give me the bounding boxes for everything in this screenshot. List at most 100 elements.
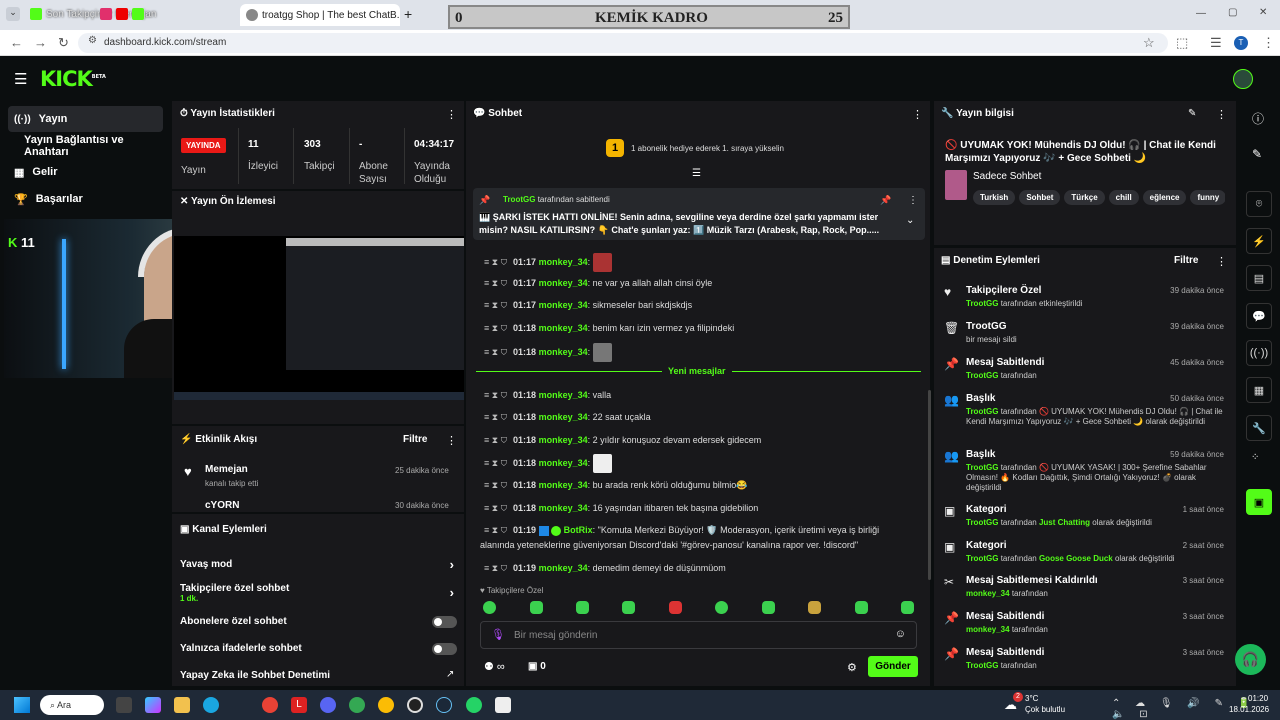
- chat-message[interactable]: ≡ ⧗ ⛉ 01:18 monkey_34:: [484, 454, 612, 473]
- message-user[interactable]: BotRix: [564, 525, 593, 535]
- task-view-icon[interactable]: [116, 697, 132, 713]
- message-actions-icon[interactable]: ≡ ⧗ ⛉: [484, 300, 507, 310]
- chrome-icon[interactable]: [262, 697, 278, 713]
- sidebar-item-gelir[interactable]: ▦ Gelir: [8, 159, 163, 185]
- mod-action-category[interactable]: Goose Goose Duck: [1039, 554, 1113, 563]
- message-actions-icon[interactable]: ≡ ⧗ ⛉: [484, 458, 507, 468]
- emote-only-toggle[interactable]: [432, 643, 457, 655]
- taskbar-search[interactable]: ⌕ Ara: [40, 695, 104, 715]
- mod-action-user[interactable]: TrootGG: [966, 554, 998, 563]
- stats-menu-icon[interactable]: ⋮: [446, 108, 457, 121]
- new-tab-button[interactable]: +: [404, 5, 412, 23]
- message-actions-icon[interactable]: ≡ ⧗ ⛉: [484, 435, 507, 445]
- preview-video[interactable]: [174, 236, 464, 400]
- mod-action-user[interactable]: monkey_34: [966, 625, 1010, 634]
- rail-button-broadcast[interactable]: ((·)): [1246, 340, 1272, 366]
- chat-message[interactable]: ≡ ⧗ ⛉ 01:18 monkey_34: benim karı izin ve…: [484, 323, 734, 334]
- chat-settings-icon[interactable]: ⚙: [847, 661, 857, 674]
- chat-message[interactable]: ≡ ⧗ ⛉ 01:17 monkey_34: sikmeseler bari sk…: [484, 300, 692, 311]
- rail-button-document[interactable]: ▤: [1246, 265, 1272, 291]
- message-actions-icon[interactable]: ≡ ⧗ ⛉: [484, 278, 507, 288]
- message-user[interactable]: monkey_34: [539, 412, 588, 422]
- chat-message[interactable]: ≡ ⧗ ⛉ 01:17 monkey_34: ne var ya allah al…: [484, 278, 712, 289]
- message-user[interactable]: monkey_34: [539, 323, 588, 333]
- message-user[interactable]: monkey_34: [539, 300, 588, 310]
- rail-button-layout[interactable]: ▦: [1246, 377, 1272, 403]
- chat-message[interactable]: ≡ ⧗ ⛉ 01:18 monkey_34: bu arada renk körü…: [484, 480, 747, 491]
- slow-mode-row[interactable]: Yavaş mod ›: [180, 557, 458, 573]
- message-actions-icon[interactable]: ≡ ⧗ ⛉: [484, 480, 507, 490]
- mod-action-user[interactable]: TrootGG: [966, 661, 998, 670]
- message-user[interactable]: monkey_34: [539, 435, 588, 445]
- rail-button-chat[interactable]: 💬: [1246, 303, 1272, 329]
- emote-button[interactable]: [855, 601, 868, 614]
- moderation-filter-button[interactable]: Filtre: [1174, 255, 1198, 266]
- message-actions-icon[interactable]: ≡ ⧗ ⛉: [484, 525, 507, 535]
- rail-button-camera[interactable]: ⌾: [1246, 191, 1272, 217]
- app-l-icon[interactable]: L: [291, 697, 307, 713]
- app-icon[interactable]: [495, 697, 511, 713]
- activity-filter-button[interactable]: Filtre: [403, 434, 427, 445]
- message-actions-icon[interactable]: ≡ ⧗ ⛉: [484, 257, 507, 267]
- whatsapp-icon[interactable]: [466, 697, 482, 713]
- emote-button[interactable]: [669, 601, 682, 614]
- chrome-icon[interactable]: [349, 697, 365, 713]
- message-actions-icon[interactable]: ≡ ⧗ ⛉: [484, 347, 507, 357]
- microphone-icon[interactable]: 🎙: [491, 628, 505, 641]
- message-actions-icon[interactable]: ≡ ⧗ ⛉: [484, 412, 507, 422]
- support-button[interactable]: 🎧: [1235, 644, 1266, 675]
- mod-action-user[interactable]: TrootGG: [966, 463, 998, 472]
- chat-message[interactable]: ≡ ⧗ ⛉ 01:18 monkey_34: 2 yıldır konuşuoz …: [484, 435, 761, 446]
- emote-button[interactable]: [715, 601, 728, 614]
- pencil-icon[interactable]: ✎: [1252, 147, 1262, 161]
- mod-action-user[interactable]: monkey_34: [966, 589, 1010, 598]
- emote-button[interactable]: [622, 601, 635, 614]
- external-link-icon[interactable]: ↗: [446, 669, 454, 680]
- chat-message[interactable]: ≡ ⧗ ⛉ 01:17 monkey_34:: [484, 253, 612, 272]
- steam-icon[interactable]: [436, 697, 452, 713]
- emote-button[interactable]: [762, 601, 775, 614]
- send-button[interactable]: Gönder: [868, 656, 918, 677]
- mod-action-user[interactable]: TrootGG: [966, 518, 998, 527]
- stream-info-menu-icon[interactable]: ⋮: [1216, 108, 1227, 121]
- copilot-icon[interactable]: [145, 697, 161, 713]
- site-info-icon[interactable]: ⚙: [88, 35, 97, 46]
- close-window-icon[interactable]: ✕: [1259, 7, 1267, 18]
- unpin-icon[interactable]: 📌: [880, 195, 891, 206]
- chat-input-box[interactable]: 🎙 Bir mesaj gönderin ☺: [480, 621, 917, 649]
- forward-icon[interactable]: →: [34, 35, 47, 50]
- message-actions-icon[interactable]: ≡ ⧗ ⛉: [484, 503, 507, 513]
- mod-action-category[interactable]: Just Chatting: [1039, 518, 1090, 527]
- url-input[interactable]: dashboard.kick.com/stream: [78, 33, 1168, 53]
- edit-icon[interactable]: ✎: [1188, 108, 1196, 119]
- profile-avatar[interactable]: T: [1234, 36, 1248, 50]
- chat-message[interactable]: ≡ ⧗ ⛉ 01:18 monkey_34: 16 yaşından itibar…: [484, 503, 758, 514]
- chrome-icon[interactable]: [378, 697, 394, 713]
- chat-scrollbar[interactable]: [928, 390, 931, 580]
- browser-menu-icon[interactable]: ⋮: [1262, 35, 1275, 51]
- message-user[interactable]: monkey_34: [539, 503, 588, 513]
- windows-start-icon[interactable]: [14, 697, 30, 713]
- chat-message[interactable]: ≡ ⧗ ⛉ 01:18 monkey_34: 22 saat uçakla: [484, 412, 651, 423]
- kick-logo[interactable]: KICKBETA: [40, 67, 106, 91]
- back-icon[interactable]: ←: [10, 35, 23, 50]
- ai-moderation-label[interactable]: Yapay Zeka ile Sohbet Denetimi: [180, 670, 330, 681]
- clock-date[interactable]: 18.01.2026: [1229, 705, 1269, 714]
- clock-time[interactable]: 01:20: [1248, 694, 1268, 703]
- emote-button[interactable]: [901, 601, 914, 614]
- rail-button-wrench[interactable]: 🔧: [1246, 415, 1272, 441]
- message-user[interactable]: monkey_34: [539, 480, 588, 490]
- gift-banner-text[interactable]: 1 abonelik hediye ederek 1. sıraya yükse…: [631, 144, 784, 153]
- chat-message-bot[interactable]: ≡ ⧗ ⛉ 01:19 BotRix: "Komuta Merkezi Büyüy…: [484, 525, 879, 536]
- tab-troatgg-shop[interactable]: troatgg Shop | The best ChatB... ✕: [240, 4, 400, 26]
- mod-action-user[interactable]: TrootGG: [966, 299, 998, 308]
- chat-message[interactable]: ≡ ⧗ ⛉ 01:18 monkey_34: valla: [484, 390, 611, 401]
- message-user[interactable]: monkey_34: [539, 458, 588, 468]
- obs-icon[interactable]: [407, 697, 423, 713]
- chat-identity-icon[interactable]: ⚉ ∞: [484, 660, 505, 673]
- message-user[interactable]: monkey_34: [539, 257, 588, 267]
- emote-button[interactable]: [576, 601, 589, 614]
- mod-action-user[interactable]: TrootGG: [966, 407, 998, 416]
- chat-message[interactable]: ≡ ⧗ ⛉ 01:19 monkey_34: demedim demeyi de …: [484, 563, 726, 574]
- file-explorer-icon[interactable]: [174, 697, 190, 713]
